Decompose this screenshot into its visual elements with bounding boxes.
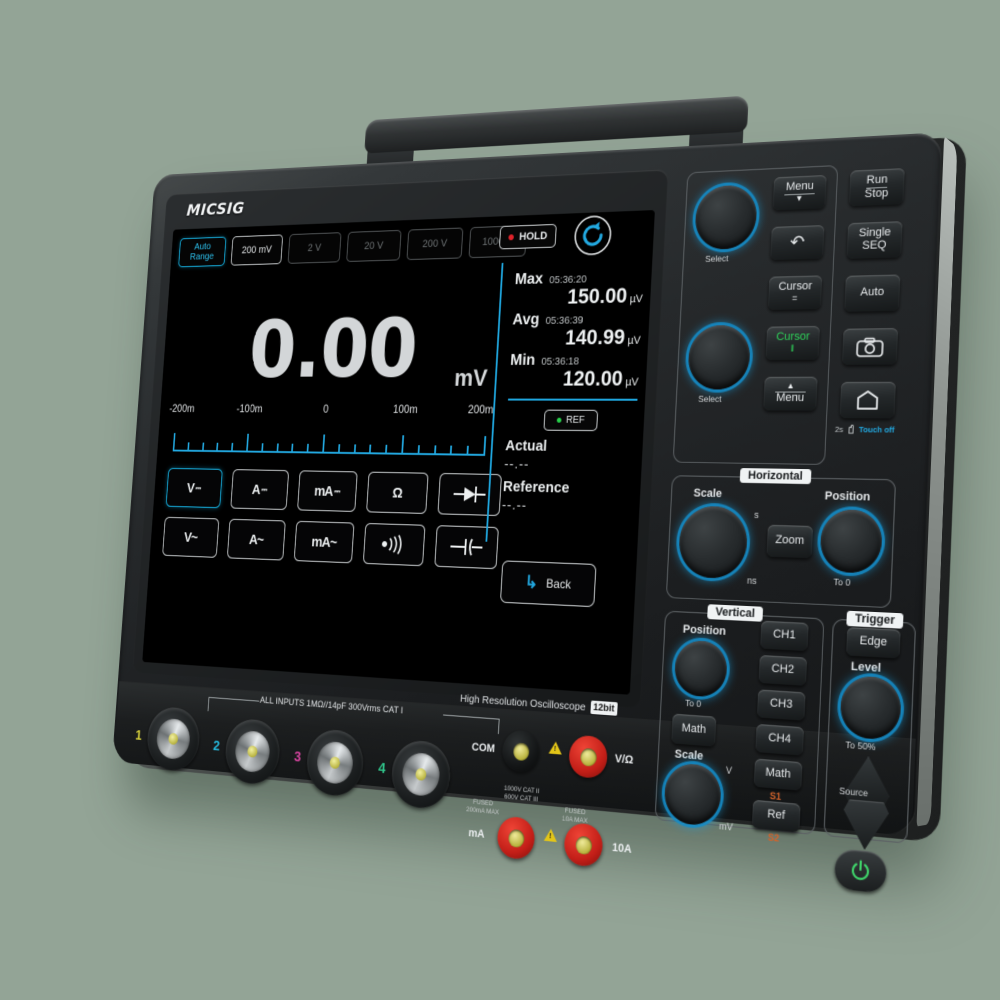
fuse-note-left: FUSED 200mA MAX — [466, 798, 500, 817]
stat-label-avg: Avg — [512, 311, 540, 329]
continuity-icon — [381, 534, 412, 555]
channel-3-number: 3 — [293, 748, 302, 766]
scale-ticks — [172, 428, 487, 456]
bnc-ring-1 — [155, 717, 192, 761]
back-button[interactable]: ↳ Back — [499, 560, 597, 608]
range-button-row: Auto Range 200 mV 2 V 20 V 200 V 1000 V — [178, 225, 528, 268]
oscilloscope-device: MICSIG Auto Range 200 mV 2 V 20 V 200 V … — [112, 95, 967, 894]
power-icon — [849, 859, 871, 884]
trigger-level-label: Level — [850, 660, 882, 676]
stat-label-min: Min — [509, 351, 536, 369]
function-milliamps-ac[interactable]: mA~ — [293, 520, 355, 564]
back-arrow-icon: ↳ — [524, 572, 539, 593]
primary-reading-unit: mV — [453, 365, 489, 392]
source-up-button[interactable] — [844, 755, 891, 808]
scale-label-3: 100m — [392, 404, 418, 416]
power-button[interactable] — [833, 848, 888, 894]
function-capacitance[interactable] — [434, 525, 499, 570]
reference-label: Reference — [502, 478, 570, 497]
s2-label: S2 — [767, 831, 780, 844]
range-200v-button[interactable]: 200 V — [406, 227, 464, 261]
stat-label-max: Max — [514, 270, 544, 289]
product-scene: MICSIG Auto Range 200 mV 2 V 20 V 200 V … — [0, 0, 1000, 1000]
channel-4-number: 4 — [377, 759, 387, 778]
select-knob-lower[interactable] — [687, 324, 752, 390]
milliamp-jack[interactable] — [496, 815, 536, 861]
channel-1-button[interactable]: CH1 — [760, 620, 809, 652]
milliamp-jack-hole — [507, 828, 525, 848]
range-200mv-button[interactable]: 200 mV — [230, 234, 284, 266]
stat-unit-min: µV — [625, 376, 639, 389]
ten-amp-jack-label: 10A — [611, 841, 632, 857]
diode-icon — [451, 484, 488, 505]
hold-label: HOLD — [518, 230, 548, 243]
function-milliamps-dc[interactable]: mA ⎓ — [297, 470, 358, 512]
lcd-screen[interactable]: Auto Range 200 mV 2 V 20 V 200 V 1000 V … — [142, 210, 655, 695]
function-resistance[interactable]: Ω — [366, 471, 429, 514]
scale-label-0: -200m — [168, 403, 195, 415]
function-diode-test[interactable] — [437, 472, 502, 517]
bnc-pin-1 — [168, 732, 179, 745]
stat-unit-avg: µV — [627, 334, 641, 347]
auto-range-button[interactable]: Auto Range — [178, 236, 227, 268]
ch2-label: CH2 — [771, 662, 795, 677]
primary-reading-value: 0.00 — [246, 300, 420, 396]
stat-value-max: 150.00 — [566, 284, 628, 309]
horizontal-scale-min: ns — [746, 575, 757, 587]
range-2v-button[interactable]: 2 V — [287, 232, 342, 264]
channel-1-number: 1 — [134, 727, 143, 744]
ten-amp-jack-hole — [574, 835, 592, 855]
warning-icon-lower: ! — [543, 828, 558, 843]
scale-tick-major — [483, 436, 487, 456]
analog-scale-bar: -200m -100m 0 100m 200m — [169, 403, 494, 462]
stat-value-avg: 140.99 — [564, 325, 626, 350]
brand-logo: MICSIG — [186, 199, 246, 221]
function-continuity[interactable] — [362, 522, 426, 567]
function-amps-dc[interactable]: A ⎓ — [230, 469, 290, 511]
function-volts-ac[interactable]: V~ — [162, 516, 220, 558]
bnc-pin-2 — [247, 745, 258, 758]
bnc-ring-3 — [315, 740, 355, 786]
range-20v-button[interactable]: 20 V — [346, 229, 402, 263]
channel-2-number: 2 — [212, 737, 221, 755]
ten-amp-jack[interactable] — [563, 821, 604, 868]
vertical-scale-min: mV — [718, 820, 734, 833]
bnc-ring-2 — [234, 729, 271, 774]
function-amps-ac[interactable]: A~ — [226, 518, 286, 561]
bnc-pin-3 — [329, 756, 341, 770]
hold-indicator-dot — [508, 234, 515, 241]
function-volts-dc[interactable]: V ⎓ — [165, 467, 223, 509]
scale-label-2: 0 — [322, 404, 329, 416]
scale-baseline — [172, 449, 486, 456]
scale-label-1: -100m — [236, 403, 263, 416]
scale-label-4: 200m — [467, 404, 494, 417]
screen-vertical-divider — [485, 262, 504, 542]
stat-value-min: 120.00 — [562, 367, 624, 391]
hold-button[interactable]: HOLD — [498, 223, 557, 250]
scale-tick-labels: -200m -100m 0 100m 200m — [169, 403, 494, 421]
edge-label: Edge — [859, 634, 888, 649]
capacitance-icon — [448, 536, 482, 557]
function-button-grid: V ⎓ A ⎓ mA ⎓ Ω V~ A~ mA~ — [162, 467, 502, 570]
auto-range-bottom: Range — [189, 250, 215, 263]
milliamp-jack-label: mA — [468, 826, 485, 841]
